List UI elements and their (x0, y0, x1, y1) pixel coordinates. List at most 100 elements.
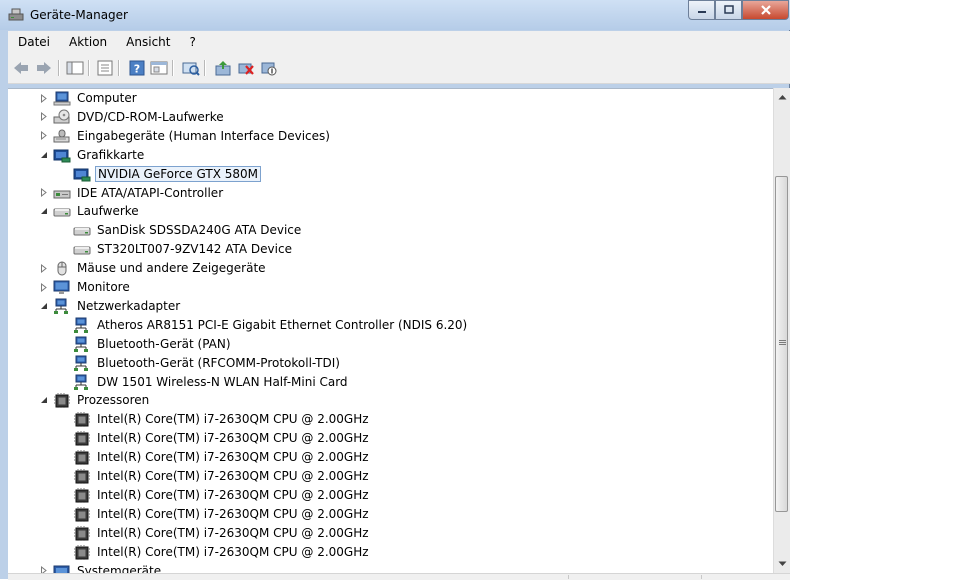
device-item[interactable]: Bluetooth-Gerät (PAN) (59, 334, 233, 353)
scroll-grip-icon (779, 340, 786, 346)
device-category[interactable]: DVD/CD-ROM-Laufwerke (39, 107, 226, 126)
device-item[interactable]: Intel(R) Core(TM) i7-2630QM CPU @ 2.00GH… (59, 523, 371, 542)
device-item[interactable]: Bluetooth-Gerät (RFCOMM-Protokoll-TDI) (59, 353, 342, 372)
collapse-arrow-icon[interactable] (39, 395, 49, 405)
minimize-button[interactable] (688, 0, 715, 20)
device-category[interactable]: Mäuse und andere Zeigegeräte (39, 259, 268, 278)
processor-icon (73, 449, 91, 467)
tree-item-label: NVIDIA GeForce GTX 580M (95, 165, 261, 182)
device-item[interactable]: Atheros AR8151 PCI-E Gigabit Ethernet Co… (59, 315, 469, 334)
toolbar: ? (8, 53, 790, 84)
network-adapter-icon (73, 374, 91, 390)
expand-arrow-icon[interactable] (39, 131, 49, 141)
processor-icon (73, 468, 91, 485)
back-button[interactable] (12, 59, 30, 77)
expand-arrow-icon[interactable] (39, 263, 49, 273)
disk-drive-icon (53, 203, 71, 219)
device-category[interactable]: Prozessoren (39, 391, 151, 410)
device-item[interactable]: Intel(R) Core(TM) i7-2630QM CPU @ 2.00GH… (59, 448, 371, 467)
computer-icon (53, 90, 71, 106)
device-item[interactable]: Intel(R) Core(TM) i7-2630QM CPU @ 2.00GH… (59, 504, 371, 523)
display-adapter-icon (73, 166, 91, 182)
device-item[interactable]: Intel(R) Core(TM) i7-2630QM CPU @ 2.00GH… (59, 410, 371, 429)
view-button[interactable] (150, 59, 168, 77)
toolbar-separator (88, 60, 90, 76)
display-adapter-icon (53, 147, 71, 163)
expand-arrow-icon[interactable] (39, 188, 49, 198)
properties-button[interactable] (96, 59, 114, 77)
device-category[interactable]: Grafikkarte (39, 145, 146, 164)
expand-arrow-icon[interactable] (39, 282, 49, 292)
window-title: Geräte-Manager (30, 8, 128, 22)
disable-device-button[interactable] (260, 59, 278, 77)
device-category[interactable]: Monitore (39, 278, 132, 297)
disk-drive-icon (73, 241, 91, 257)
tree-item-label: Intel(R) Core(TM) i7-2630QM CPU @ 2.00GH… (97, 412, 369, 427)
device-item[interactable]: DW 1501 Wireless-N WLAN Half-Mini Card (59, 372, 350, 391)
toolbar-separator (204, 60, 206, 76)
tree-item-label: Mäuse und andere Zeigegeräte (77, 261, 266, 276)
scroll-up-arrow-icon[interactable] (774, 88, 790, 105)
menu-help[interactable]: ? (179, 35, 204, 49)
device-item[interactable]: NVIDIA GeForce GTX 580M (59, 164, 261, 183)
scan-hardware-icon (182, 62, 200, 76)
title-bar[interactable]: Geräte-Manager (0, 0, 790, 30)
uninstall-button[interactable] (237, 59, 255, 77)
scroll-thumb[interactable] (775, 176, 788, 512)
menu-ansicht[interactable]: Ansicht (116, 35, 179, 49)
disable-device-icon (261, 62, 277, 76)
scroll-down-arrow-icon[interactable] (774, 555, 790, 572)
menu-datei[interactable]: Datei (8, 35, 59, 49)
tree-item-label: Intel(R) Core(TM) i7-2630QM CPU @ 2.00GH… (97, 450, 369, 465)
network-adapter-icon (73, 317, 91, 333)
collapse-arrow-icon[interactable] (39, 206, 49, 216)
device-category[interactable]: Laufwerke (39, 202, 141, 221)
show-hide-tree-button[interactable] (66, 59, 84, 77)
device-item[interactable]: Intel(R) Core(TM) i7-2630QM CPU @ 2.00GH… (59, 542, 371, 561)
device-category[interactable]: Eingabegeräte (Human Interface Devices) (39, 126, 332, 145)
tree-item-label: Eingabegeräte (Human Interface Devices) (77, 128, 330, 143)
device-item[interactable]: ST320LT007-9ZV142 ATA Device (59, 240, 294, 259)
tree-item-label: Intel(R) Core(TM) i7-2630QM CPU @ 2.00GH… (97, 506, 369, 521)
tree-item-label: Bluetooth-Gerät (RFCOMM-Protokoll-TDI) (97, 355, 340, 370)
device-category[interactable]: IDE ATA/ATAPI-Controller (39, 183, 225, 202)
tree-item-label: Laufwerke (77, 204, 139, 219)
vertical-scrollbar[interactable] (773, 88, 790, 573)
collapse-arrow-icon[interactable] (39, 301, 49, 311)
device-manager-window: Geräte-Manager Datei Aktion Ansicht ? ? … (0, 0, 790, 580)
device-manager-app-icon (8, 7, 24, 23)
device-item[interactable]: Intel(R) Core(TM) i7-2630QM CPU @ 2.00GH… (59, 467, 371, 486)
tree-item-label: DW 1501 Wireless-N WLAN Half-Mini Card (97, 374, 348, 389)
hid-icon (53, 128, 71, 144)
device-item[interactable]: SanDisk SDSSDA240G ATA Device (59, 221, 303, 240)
show-hide-tree-icon (66, 61, 84, 75)
device-category[interactable]: Computer (39, 89, 139, 108)
device-item[interactable]: Intel(R) Core(TM) i7-2630QM CPU @ 2.00GH… (59, 485, 371, 504)
tree-item-label: Netzwerkadapter (77, 298, 181, 313)
monitor-icon (53, 279, 71, 295)
help-button[interactable]: ? (128, 59, 146, 77)
scan-hardware-button[interactable] (182, 59, 200, 77)
update-driver-button[interactable] (214, 59, 232, 77)
forward-button[interactable] (35, 59, 53, 77)
maximize-button[interactable] (715, 0, 742, 20)
device-tree[interactable]: Computer DVD/CD-ROM-Laufwerke Eingabegerät… (8, 88, 773, 574)
network-adapter-icon (53, 298, 71, 314)
expand-arrow-icon[interactable] (39, 112, 49, 122)
device-item[interactable]: Intel(R) Core(TM) i7-2630QM CPU @ 2.00GH… (59, 429, 371, 448)
expand-arrow-icon[interactable] (39, 93, 49, 103)
device-category[interactable]: Netzwerkadapter (39, 296, 182, 315)
tree-item-label: ST320LT007-9ZV142 ATA Device (97, 242, 292, 257)
close-button[interactable] (742, 0, 789, 20)
menu-aktion[interactable]: Aktion (59, 35, 116, 49)
collapse-arrow-icon[interactable] (39, 150, 49, 160)
mouse-icon (53, 260, 71, 276)
